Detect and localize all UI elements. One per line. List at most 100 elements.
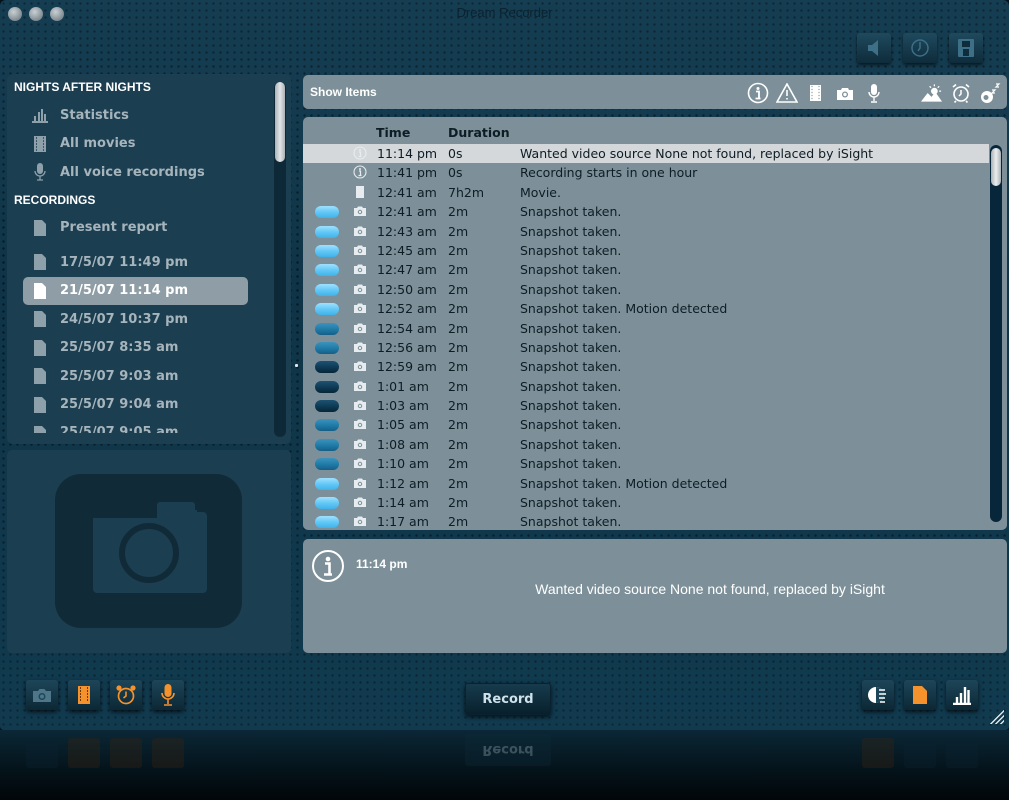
event-row[interactable]: 12:41 am 7h2m Movie. [303,183,989,202]
column-header-duration[interactable]: Duration [448,125,510,140]
event-row[interactable]: 12:56 am 2m Snapshot taken. [303,338,989,357]
event-row[interactable]: 1:03 am 2m Snapshot taken. [303,396,989,415]
sidebar-item-recording[interactable]: 25/5/07 9:05 am [7,419,277,433]
event-row[interactable]: 12:50 am 2m Snapshot taken. [303,280,989,299]
info-icon [353,165,367,179]
sleep-depth-indicator [315,419,339,432]
event-message: Snapshot taken. [520,281,622,297]
sidebar-item-label: Statistics [60,107,129,123]
sidebar-item-label: Present report [60,220,168,236]
list-scrollbar[interactable] [990,145,1002,522]
sidebar-item-recording[interactable]: 25/5/07 9:03 am [7,362,277,391]
filter-snapshots-toggle[interactable] [833,82,856,104]
event-row[interactable]: 1:10 am 2m Snapshot taken. [303,454,989,473]
sleep-depth-indicator [315,264,339,277]
event-time: 12:41 am [377,184,437,200]
sidebar-item-present-report[interactable]: Present report [7,214,277,243]
event-row[interactable]: 1:17 am 2m Snapshot taken. [303,512,989,528]
event-row[interactable]: 12:43 am 2m Snapshot taken. [303,222,989,241]
event-row[interactable]: 1:05 am 2m Snapshot taken. [303,415,989,434]
splitter-handle[interactable] [295,364,298,367]
event-row[interactable]: 1:01 am 2m Snapshot taken. [303,377,989,396]
filter-toggles [746,82,1001,104]
volume-button[interactable] [857,33,891,63]
camera-icon [33,689,51,702]
sidebar-item-recording[interactable]: 25/5/07 8:35 am [7,334,277,363]
microphone-icon [161,684,175,706]
sidebar-item-statistics[interactable]: Statistics [7,101,277,130]
resize-grip[interactable] [988,708,1004,724]
event-message: Snapshot taken. [520,495,622,511]
event-row[interactable]: 1:14 am 2m Snapshot taken. [303,493,989,512]
moon-icon [897,84,907,102]
event-row[interactable]: 12:47 am 2m Snapshot taken. [303,260,989,279]
alarm-button[interactable] [110,680,142,710]
sidebar-item-recording[interactable]: 17/5/07 11:49 pm [7,248,277,277]
sidebar-scroll-thumb[interactable] [275,82,285,162]
timer-button[interactable] [903,33,937,63]
camera-icon [353,398,367,412]
sleep-cycle-button[interactable] [862,680,894,710]
filter-wake-toggle[interactable] [920,82,943,104]
movie-mode-button[interactable] [68,680,100,710]
reflection-button [946,738,978,768]
event-row[interactable]: 12:54 am 2m Snapshot taken. [303,319,989,338]
event-row[interactable]: 12:41 am 2m Snapshot taken. [303,202,989,221]
voice-button[interactable] [152,680,184,710]
reflection-button [68,738,100,768]
filter-voice-toggle[interactable] [862,82,885,104]
sidebar-item-recording-selected[interactable]: 21/5/07 11:14 pm [23,276,248,305]
sleep-depth-indicator [315,283,339,296]
document-icon [31,425,49,433]
filter-asleep-toggle[interactable] [978,82,1001,104]
camera-icon [353,495,367,509]
show-items-label: Show Items [310,85,377,99]
disk-icon [958,39,974,57]
event-row[interactable]: 1:08 am 2m Snapshot taken. [303,435,989,454]
event-row[interactable]: 1:12 am 2m Snapshot taken. Motion detected [303,474,989,493]
statistics-button[interactable] [946,680,978,710]
column-header-time[interactable]: Time [376,125,410,140]
sidebar-item-recording[interactable]: 24/5/07 10:37 pm [7,305,277,334]
filter-warning-toggle[interactable] [775,82,798,104]
event-duration: 2m [448,436,469,452]
record-button[interactable]: Record [465,683,551,715]
bar-chart-icon [31,106,49,124]
sidebar-item-label: 24/5/07 10:37 pm [60,311,189,327]
film-icon [353,185,367,199]
event-row-selected[interactable]: 11:14 pm 0s Wanted video source None not f… [303,144,989,164]
event-row[interactable]: 12:52 am 2m Snapshot taken. Motion detecte… [303,299,989,318]
report-button[interactable] [904,680,936,710]
event-time: 1:05 am [377,417,429,433]
filter-movies-toggle[interactable] [804,82,827,104]
event-time: 12:47 am [377,262,437,278]
event-time: 1:10 am [377,456,429,472]
sidebar-item-all-movies[interactable]: All movies [7,130,277,159]
section-header-recordings: RECORDINGS [14,192,96,207]
event-duration: 2m [448,475,469,491]
filter-alarm-toggle[interactable] [949,82,972,104]
sidebar-item-voice-recordings[interactable]: All voice recordings [7,158,277,187]
snapshot-mode-button[interactable] [26,680,58,710]
sidebar-scrollbar[interactable] [274,82,286,437]
event-row[interactable]: 12:45 am 2m Snapshot taken. [303,241,989,260]
top-toolbar [857,33,983,63]
document-icon [31,396,49,414]
event-row[interactable]: 12:59 am 2m Snapshot taken. [303,357,989,376]
event-row[interactable]: 11:41 pm 0s Recording starts in one hour [303,163,989,182]
filter-sleep-toggle[interactable] [891,82,914,104]
reflection-record: Record [465,734,551,766]
event-message: Snapshot taken. [520,359,622,375]
window-reflection: Record [0,730,1009,800]
window-title: Dream Recorder [456,5,553,20]
save-button[interactable] [949,33,983,63]
event-message: Snapshot taken. [520,398,622,414]
event-list: Time Duration 11:14 pm 0s Wanted video sou… [303,117,1007,530]
list-scroll-thumb[interactable] [991,148,1001,186]
filter-info-toggle[interactable] [746,82,769,104]
event-time: 12:41 am [377,204,437,220]
camera-icon [353,417,367,431]
sleep-depth-indicator [315,497,339,510]
sleep-depth-indicator [315,206,339,219]
sidebar-item-recording[interactable]: 25/5/07 9:04 am [7,391,277,420]
